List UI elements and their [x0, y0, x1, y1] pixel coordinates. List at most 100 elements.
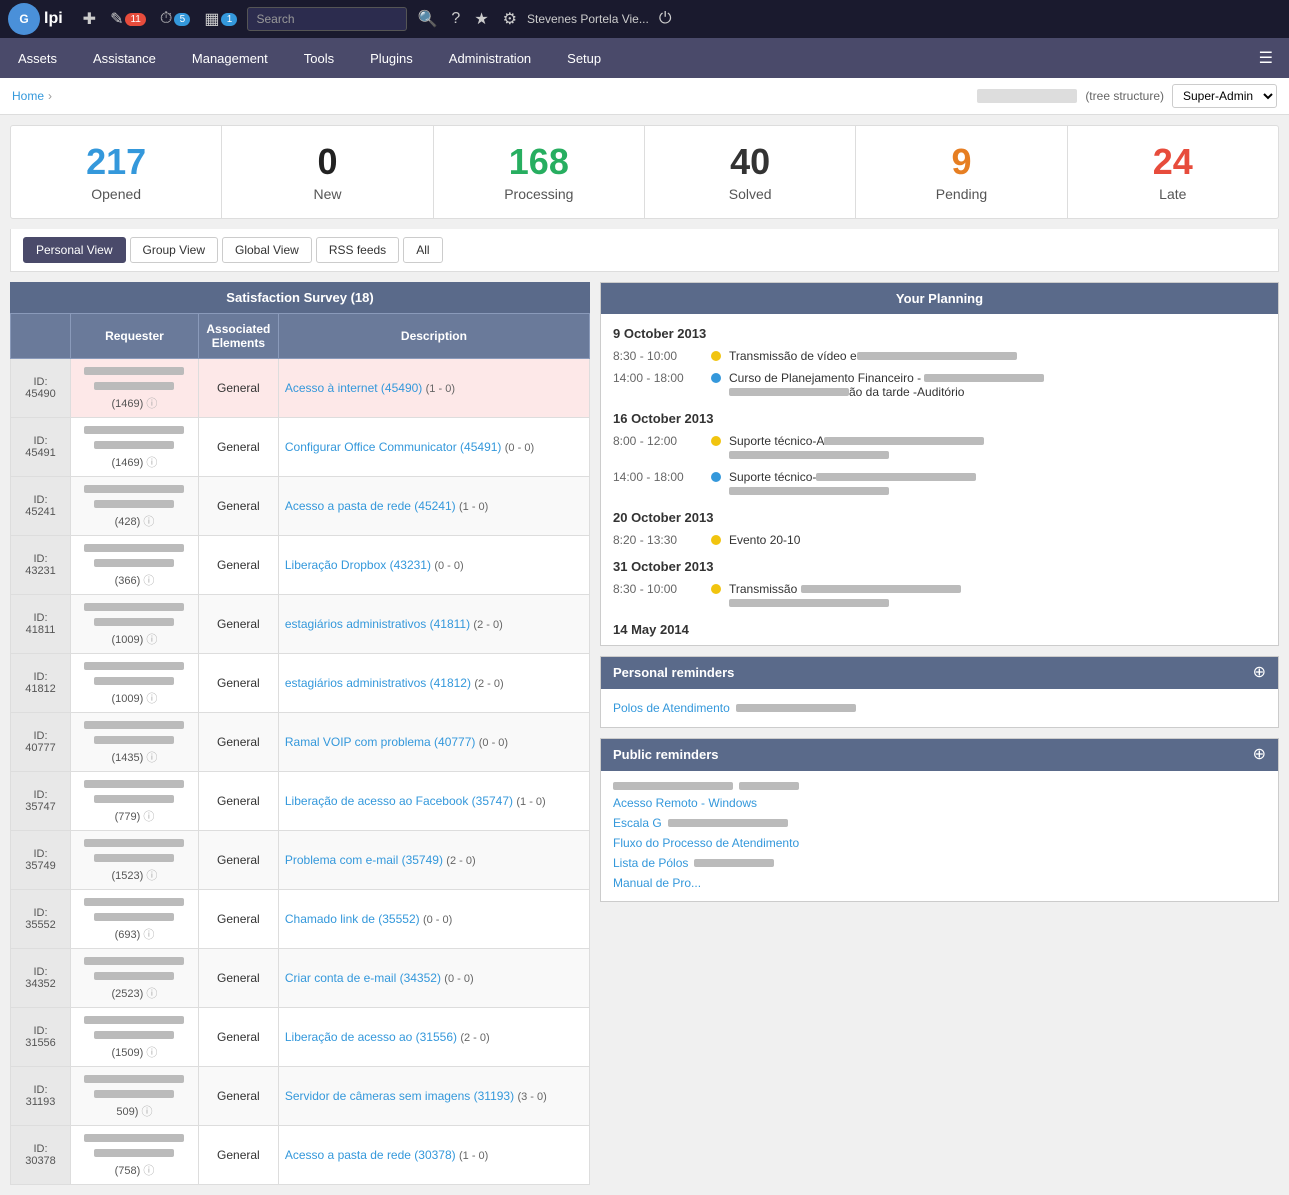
elements-cell: General — [198, 594, 278, 653]
desc-link[interactable]: Acesso à internet (45490) — [285, 381, 422, 395]
stat-late[interactable]: 24 Late — [1068, 126, 1278, 218]
nav-tools[interactable]: Tools — [286, 41, 352, 76]
desc-link[interactable]: Liberação de acesso ao (31556) — [285, 1030, 457, 1044]
power-button[interactable]: ⏻ — [655, 8, 676, 30]
info-icon[interactable]: ⓘ — [146, 693, 157, 705]
tab-global-view[interactable]: Global View — [222, 237, 312, 263]
nav-management[interactable]: Management — [174, 41, 286, 76]
desc-link[interactable]: Ramal VOIP com problema (40777) — [285, 735, 476, 749]
search-icon: 🔍 — [417, 9, 437, 29]
description-cell: Acesso à internet (45490) (1 - 0) — [278, 358, 589, 417]
desc-link[interactable]: estagiários administrativos (41812) — [285, 676, 471, 690]
desc-link[interactable]: Problema com e-mail (35749) — [285, 853, 443, 867]
info-icon[interactable]: ⓘ — [143, 575, 154, 587]
row-id: ID:41811 — [11, 594, 71, 653]
table-row: ID:41812(1009) ⓘGeneralestagiários admin… — [11, 653, 590, 712]
info-icon[interactable]: ⓘ — [143, 929, 154, 941]
requester-blurred — [84, 957, 184, 965]
tab-group-view[interactable]: Group View — [130, 237, 218, 263]
clock-icon: ⏱ — [160, 10, 172, 28]
tree-bar — [977, 89, 1077, 103]
info-icon[interactable]: ⓘ — [146, 398, 157, 410]
row-id: ID:40777 — [11, 712, 71, 771]
reminder-link-text: Fluxo do Processo de Atendimento — [613, 836, 799, 850]
bookmark-icon: ✎ — [110, 9, 123, 29]
nav-assets[interactable]: Assets — [0, 41, 75, 76]
hamburger-menu[interactable]: ☰ — [1243, 38, 1289, 78]
entity-select[interactable]: Super-Admin — [1172, 84, 1277, 108]
nav-administration[interactable]: Administration — [431, 41, 549, 76]
public-reminder-escala[interactable]: Escala G — [613, 813, 1266, 833]
event-blurred — [729, 451, 889, 459]
stat-late-label: Late — [1078, 186, 1268, 202]
planning-date-5: 14 May 2014 — [601, 614, 1278, 641]
add-button[interactable]: ✚ — [79, 7, 100, 31]
clock-button[interactable]: ⏱ 5 — [156, 8, 194, 30]
tabs-bar: Personal View Group View Global View RSS… — [10, 229, 1279, 272]
public-reminders-add-btn[interactable]: ⊕ — [1253, 747, 1266, 763]
desc-link[interactable]: Criar conta de e-mail (34352) — [285, 971, 441, 985]
settings-button[interactable]: ⚙ — [499, 7, 521, 31]
table-row: ID:45491(1469) ⓘGeneralConfigurar Office… — [11, 417, 590, 476]
requester-cell: (693) ⓘ — [71, 889, 199, 948]
tab-all[interactable]: All — [403, 237, 442, 263]
table-row: ID:34352(2523) ⓘGeneralCriar conta de e-… — [11, 948, 590, 1007]
event-blurred — [729, 599, 889, 607]
stat-processing[interactable]: 168 Processing — [434, 126, 645, 218]
stat-solved[interactable]: 40 Solved — [645, 126, 856, 218]
survey-title: Satisfaction Survey (18) — [10, 282, 590, 313]
info-icon[interactable]: ⓘ — [143, 516, 154, 528]
info-icon[interactable]: ⓘ — [143, 1165, 154, 1177]
desc-link[interactable]: Acesso a pasta de rede (30378) — [285, 1148, 456, 1162]
table-row: ID:40777(1435) ⓘGeneralRamal VOIP com pr… — [11, 712, 590, 771]
info-icon[interactable]: ⓘ — [146, 870, 157, 882]
public-reminder-fluxo[interactable]: Fluxo do Processo de Atendimento — [613, 833, 1266, 853]
requester-blurred — [84, 1016, 184, 1024]
help-button[interactable]: ? — [447, 8, 464, 30]
nav-setup[interactable]: Setup — [549, 41, 619, 76]
desc-link[interactable]: estagiários administrativos (41811) — [285, 617, 470, 631]
info-icon[interactable]: ⓘ — [146, 634, 157, 646]
nav-plugins[interactable]: Plugins — [352, 41, 431, 76]
reminder-link-text: Acesso Remoto - Windows — [613, 796, 757, 810]
public-reminder-manual[interactable]: Manual de Pro... — [613, 873, 1266, 893]
info-icon[interactable]: ⓘ — [143, 811, 154, 823]
info-icon[interactable]: ⓘ — [146, 1047, 157, 1059]
desc-link[interactable]: Liberação Dropbox (43231) — [285, 558, 431, 572]
desc-link[interactable]: Servidor de câmeras sem imagens (31193) — [285, 1089, 514, 1103]
stat-new[interactable]: 0 New — [222, 126, 433, 218]
desc-link[interactable]: Configurar Office Communicator (45491) — [285, 440, 502, 454]
personal-reminders-add-btn[interactable]: ⊕ — [1253, 665, 1266, 681]
public-reminder-lista[interactable]: Lista de Pólos — [613, 853, 1266, 873]
requester-blurred — [84, 662, 184, 670]
breadcrumb-home[interactable]: Home — [12, 89, 44, 103]
search-input[interactable] — [247, 7, 407, 31]
public-reminder-windows[interactable]: Acesso Remoto - Windows — [613, 793, 1266, 813]
bookmark-button[interactable]: ✎ 11 — [106, 7, 150, 31]
elements-cell: General — [198, 1066, 278, 1125]
nav-assistance[interactable]: Assistance — [75, 41, 174, 76]
grid-button[interactable]: ▦ 1 — [200, 7, 241, 31]
planning-event: 14:00 - 18:00 Suporte técnico- — [601, 466, 1278, 502]
info-icon[interactable]: ⓘ — [146, 752, 157, 764]
tab-personal-view[interactable]: Personal View — [23, 237, 126, 263]
desc-link[interactable]: Liberação de acesso ao Facebook (35747) — [285, 794, 513, 808]
stat-opened[interactable]: 217 Opened — [11, 126, 222, 218]
favorite-button[interactable]: ★ — [470, 7, 492, 31]
search-button[interactable]: 🔍 — [413, 7, 441, 31]
info-icon[interactable]: ⓘ — [146, 457, 157, 469]
requester-blurred2 — [94, 795, 174, 803]
requester-blurred — [84, 603, 184, 611]
tab-rss-feeds[interactable]: RSS feeds — [316, 237, 399, 263]
info-icon[interactable]: ⓘ — [141, 1106, 152, 1118]
desc-link[interactable]: Acesso a pasta de rede (45241) — [285, 499, 456, 513]
table-row: ID:35552(693) ⓘGeneralChamado link de (3… — [11, 889, 590, 948]
requester-blurred2 — [94, 1090, 174, 1098]
info-icon[interactable]: ⓘ — [146, 988, 157, 1000]
table-row: ID:45490(1469) ⓘGeneralAcesso à internet… — [11, 358, 590, 417]
stat-pending[interactable]: 9 Pending — [856, 126, 1067, 218]
time-range: 8:00 - 12:00 — [613, 434, 703, 448]
requester-blurred — [84, 367, 184, 375]
desc-link[interactable]: Chamado link de (35552) — [285, 912, 420, 926]
reminder-item[interactable]: Polos de Atendimento — [613, 697, 1266, 719]
